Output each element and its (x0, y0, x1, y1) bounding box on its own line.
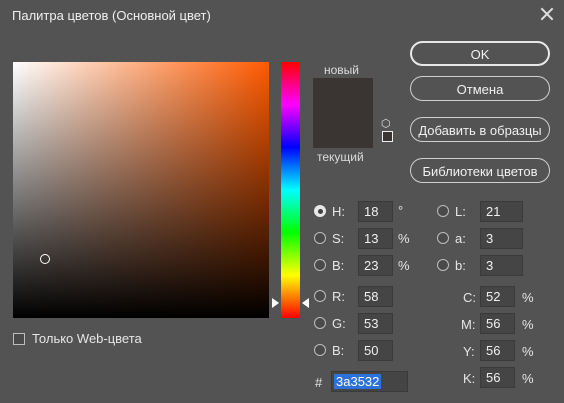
input-y[interactable]: 56 (480, 340, 515, 361)
dialog-title: Палитра цветов (Основной цвет) (12, 8, 211, 23)
radio-a[interactable] (437, 232, 449, 244)
hex-input[interactable]: 3a3532 (331, 371, 408, 392)
label-lab-b: b: (455, 258, 466, 273)
radio-b[interactable] (314, 259, 326, 271)
ok-button[interactable]: OK (410, 41, 550, 66)
radio-h[interactable] (314, 205, 326, 217)
unit-percent-m: % (522, 317, 534, 332)
label-rgb-b: B: (332, 343, 345, 358)
label-g: G: (332, 316, 346, 331)
hue-slider[interactable] (281, 62, 300, 318)
input-h[interactable]: 18 (358, 201, 393, 222)
label-c: C: (463, 290, 476, 305)
current-color-label: текущий (317, 150, 364, 164)
web-safe-cube-icon[interactable]: ⬡ (381, 117, 391, 130)
input-b[interactable]: 23 (358, 255, 393, 276)
label-k: K: (463, 371, 476, 386)
input-s[interactable]: 13 (358, 228, 393, 249)
input-c[interactable]: 52 (480, 286, 515, 307)
unit-percent-y: % (522, 344, 534, 359)
input-k[interactable]: 56 (480, 367, 515, 388)
label-l: L: (455, 204, 466, 219)
input-r[interactable]: 58 (358, 286, 393, 307)
input-a[interactable]: 3 (480, 228, 523, 249)
unit-percent-s: % (398, 231, 410, 246)
color-preview-swatch (313, 78, 373, 148)
label-h: H: (332, 204, 345, 219)
hex-label: # (315, 375, 323, 390)
label-m: M: (461, 317, 476, 332)
input-rgb-b[interactable]: 50 (358, 340, 393, 361)
web-only-label: Только Web-цвета (32, 331, 142, 346)
unit-percent-c: % (522, 290, 534, 305)
color-libraries-button[interactable]: Библиотеки цветов (410, 158, 550, 183)
unit-percent-k: % (522, 371, 534, 386)
unit-degree: ° (398, 203, 404, 218)
close-icon[interactable] (537, 4, 557, 24)
hue-slider-left-arrow-icon[interactable] (272, 298, 279, 308)
label-s: S: (332, 231, 345, 246)
label-b: B: (332, 258, 345, 273)
hex-value: 3a3532 (334, 374, 382, 389)
radio-l[interactable] (437, 205, 449, 217)
input-lab-b[interactable]: 3 (480, 255, 523, 276)
hue-slider-right-arrow-icon[interactable] (302, 298, 309, 308)
unit-percent-b: % (398, 258, 410, 273)
add-to-swatches-button[interactable]: Добавить в образцы (410, 117, 550, 142)
input-g[interactable]: 53 (358, 313, 393, 334)
radio-lab-b[interactable] (437, 259, 449, 271)
radio-rgb-b[interactable] (314, 344, 326, 356)
cancel-button[interactable]: Отмена (410, 76, 550, 101)
input-m[interactable]: 56 (480, 313, 515, 334)
radio-r[interactable] (314, 290, 326, 302)
color-field[interactable] (13, 62, 269, 318)
color-picker-ring-icon[interactable] (40, 254, 50, 264)
radio-s[interactable] (314, 232, 326, 244)
label-r: R: (332, 289, 345, 304)
label-y: Y: (463, 344, 475, 359)
radio-g[interactable] (314, 317, 326, 329)
input-l[interactable]: 21 (480, 201, 523, 222)
web-only-checkbox[interactable] (13, 333, 25, 345)
new-color-label: новый (324, 63, 360, 77)
web-safe-color-box[interactable] (382, 131, 393, 142)
label-a: a: (455, 231, 466, 246)
